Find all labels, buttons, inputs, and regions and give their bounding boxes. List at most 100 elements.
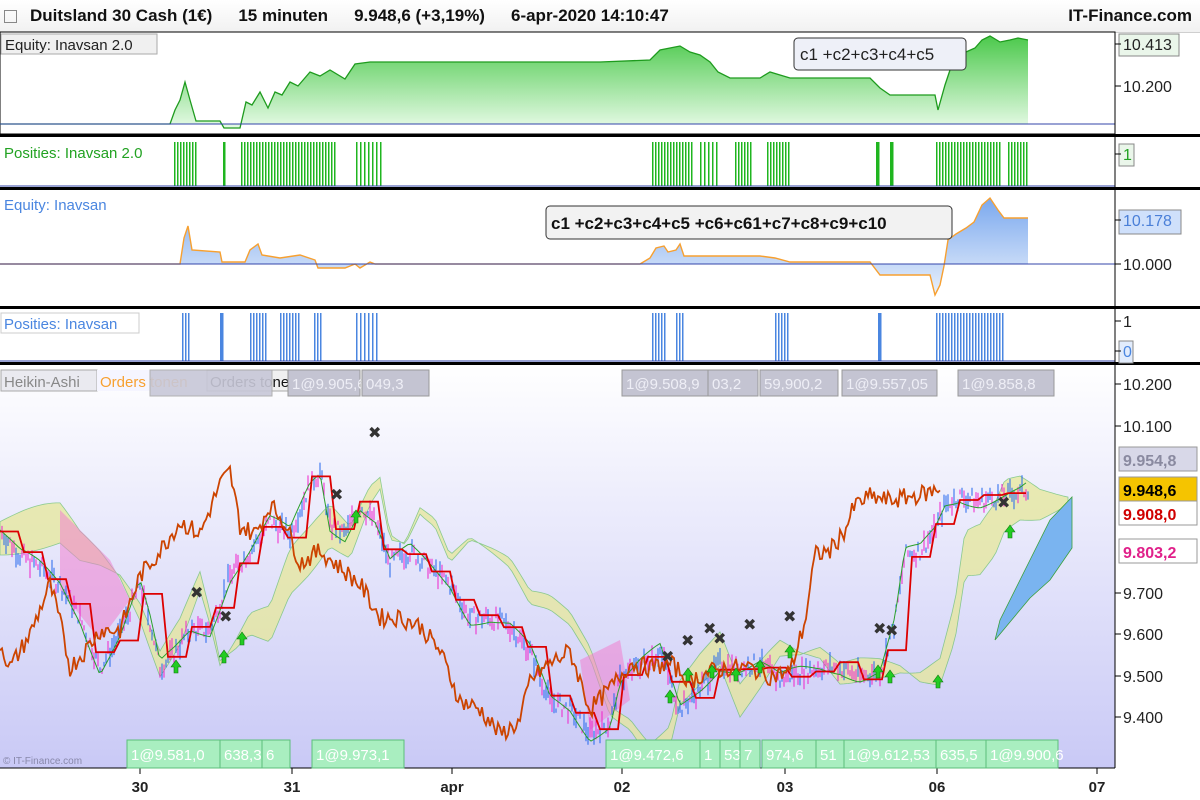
position-bar [304,142,306,186]
position-bar [776,142,778,186]
position-bar [716,142,718,186]
position-bar [984,313,986,361]
price-badge-text: 9.803,2 [1123,545,1176,562]
order-label-text: 1@9.905,6 [292,376,366,393]
position-bar [183,142,185,186]
chart-area[interactable]: ✖✖✖✖✖✖✖✖✖ ✖✖✖✖ 30 31 apr 02 03 06 07 10.41310.2… [0,0,1200,800]
position-bar [676,313,678,361]
position-bar [945,313,947,361]
order-label-text: 049,3 [366,376,404,393]
position-bar [948,313,950,361]
position-bar [999,142,1001,186]
position-bar [661,313,663,361]
position-bar [960,313,962,361]
position-bar [767,142,769,186]
position-bar [322,142,324,186]
position-bar [741,142,743,186]
label-positions[interactable]: Posities: Inavsan [4,316,117,333]
position-bar [782,142,784,186]
price-badge-text: 9.954,8 [1123,453,1176,470]
position-bar [283,313,285,361]
position-bar [878,142,880,186]
equity2-axis-label: 10.413 [1123,37,1172,54]
position-bar [750,142,752,186]
order-label-text: 59,900,2 [764,376,822,393]
position-bar [360,313,362,361]
order-label-text: 1@9.508,9 [626,376,700,393]
tooltip-equity2: c1 +c2+c3+c4+c5 [793,37,967,71]
position-bar [356,142,358,186]
position-bar [987,313,989,361]
position-bar [664,142,666,186]
position-bar [195,142,197,186]
position-bar [738,142,740,186]
label-heikin-ashi[interactable]: Heikin-Ashi [4,374,80,391]
position-bar [978,313,980,361]
position-bar [676,142,678,186]
position-bar [712,142,714,186]
exit-marker: ✖ [219,607,232,626]
position-bar [661,142,663,186]
exit-marker: ✖ [997,493,1010,512]
equity-axis-label: 10.000 [1123,257,1172,274]
position-bar [328,142,330,186]
exit-marker: ✖ [885,621,898,640]
position-bar [364,142,366,186]
position-bar [186,142,188,186]
main-axis-label: 9.400 [1123,710,1163,727]
position-bar [775,313,777,361]
position-bar [960,142,962,186]
position-bar [256,313,258,361]
position-bar [984,142,986,186]
position-bar [978,142,980,186]
exit-marker: ✖ [743,615,756,634]
label-equity2[interactable]: Equity: Inavsan 2.0 [5,37,133,54]
label-equity[interactable]: Equity: Inavsan [4,197,107,214]
position-bar [317,313,319,361]
position-bar [936,313,938,361]
order-label-text: 638,3 [224,747,262,764]
pos-axis-label: 0 [1123,344,1132,361]
main-axis-label: 10.100 [1123,419,1172,436]
position-bar [939,313,941,361]
position-bar [376,142,378,186]
panel-main[interactable]: ✖✖✖✖✖✖✖✖✖ ✖✖✖✖ [0,365,1115,768]
price-badge-text: 9.908,0 [1123,507,1176,524]
position-bar [316,142,318,186]
position-bar [788,142,790,186]
order-label-text: 1@9.581,0 [131,747,205,764]
position-bar [999,313,1001,361]
position-bar [673,142,675,186]
position-bar [250,313,252,361]
position-bar [286,142,288,186]
position-bar [936,142,938,186]
position-bar [319,142,321,186]
main-axis-label: 9.600 [1123,627,1163,644]
price-badge-text: 9.948,6 [1123,483,1176,500]
position-bar [320,313,322,361]
position-bar [951,313,953,361]
label-positions2[interactable]: Posities: Inavsan 2.0 [4,145,142,162]
position-bar [778,313,780,361]
position-bar [301,142,303,186]
position-bar [1020,142,1022,186]
position-bar [295,142,297,186]
position-bar [177,142,179,186]
position-bar [784,313,786,361]
position-bar [945,142,947,186]
pos2-axis-label: 1 [1123,147,1132,164]
order-label-text: 974,6 [766,747,804,764]
position-bar [682,313,684,361]
position-bar [966,313,968,361]
position-bar [280,142,282,186]
position-bar [963,313,965,361]
order-label-text: 1 [704,747,712,764]
position-bar [972,142,974,186]
position-bar [298,313,300,361]
position-bar [957,142,959,186]
copyright: © IT-Finance.com [3,756,82,767]
position-bar [658,142,660,186]
order-label-text: 1@9.973,1 [316,747,390,764]
position-bar [262,142,264,186]
main-axis-label: 9.700 [1123,586,1163,603]
